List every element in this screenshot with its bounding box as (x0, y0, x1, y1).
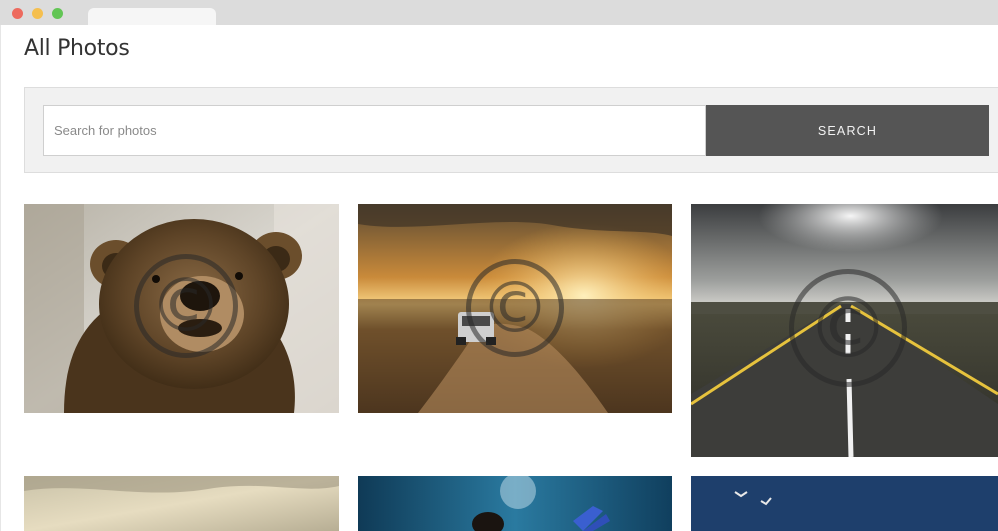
search-button[interactable]: SEARCH (706, 105, 989, 156)
photo-desert-car[interactable]: © (358, 204, 672, 413)
browser-chrome (0, 0, 998, 25)
search-panel: SEARCH (24, 87, 998, 173)
search-input[interactable] (43, 105, 706, 156)
photo-diver[interactable] (358, 476, 672, 531)
photo-highway[interactable]: © (691, 204, 998, 457)
page-title: All Photos (24, 36, 130, 61)
photo-sky[interactable] (24, 476, 339, 531)
photo-seagulls[interactable] (691, 476, 998, 531)
window-close-button[interactable] (12, 8, 23, 19)
copyright-watermark-icon: © (789, 269, 907, 387)
window-border (0, 25, 1, 531)
window-maximize-button[interactable] (52, 8, 63, 19)
photo-bear[interactable]: © (24, 204, 339, 413)
copyright-watermark-icon: © (466, 259, 564, 357)
seagulls-image (691, 476, 998, 531)
sky-image (24, 476, 339, 531)
copyright-watermark-icon: © (134, 254, 238, 358)
diver-image (358, 476, 672, 531)
browser-tab[interactable] (88, 8, 216, 25)
window-minimize-button[interactable] (32, 8, 43, 19)
